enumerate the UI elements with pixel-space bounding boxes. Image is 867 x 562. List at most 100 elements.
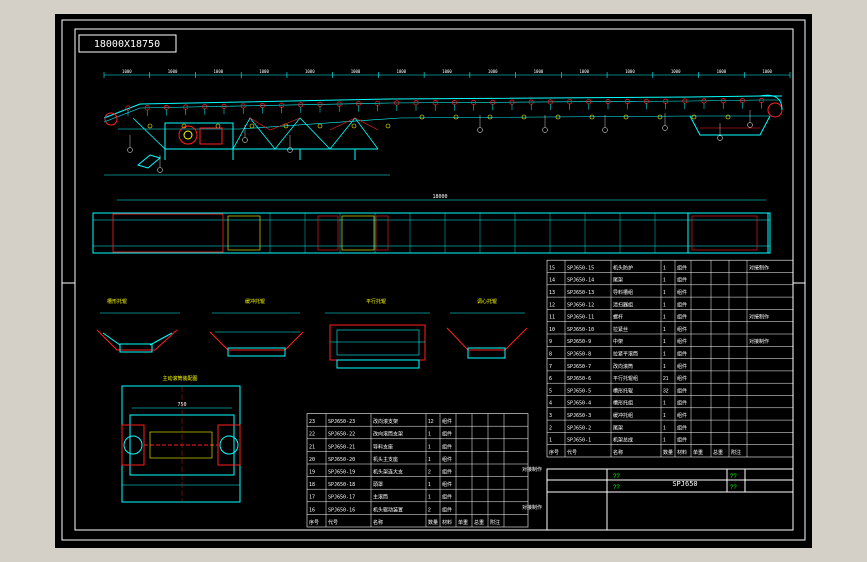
model-space xyxy=(55,14,812,548)
bom-cell: SPJ650-16 xyxy=(328,507,355,513)
bom-header-cell: 总重 xyxy=(713,449,723,456)
bom-cell: SPJ650-7 xyxy=(567,364,591,370)
bom-cell: SPJ650-12 xyxy=(567,302,594,308)
bom-cell: 6 xyxy=(549,376,552,382)
bom-cell: 组件 xyxy=(677,387,687,394)
bom-left-note-b: 对接制作 xyxy=(522,504,542,511)
drum-view-title: 主动滚筒装配图 xyxy=(162,375,197,382)
bom-cell: 2 xyxy=(549,425,552,431)
bom-cell: 21 xyxy=(663,376,669,382)
bom-cell: 12 xyxy=(428,419,434,425)
bom-cell: 尾架 xyxy=(613,425,623,431)
bom-header-cell: 名称 xyxy=(613,449,623,456)
idler-b-title: 缓冲托辊 xyxy=(245,298,265,305)
dim-text: 1000 xyxy=(305,69,315,74)
overall-length-dim: 18000 xyxy=(432,194,447,200)
bom-cell: SPJ650-14 xyxy=(567,278,594,284)
title-mark-2: ?? xyxy=(613,485,620,491)
bom-header-cell: 数量 xyxy=(663,449,673,456)
bom-cell: SPJ650-17 xyxy=(328,495,355,501)
bom-cell: 组件 xyxy=(677,338,687,345)
bom-cell: 螺杆 xyxy=(613,314,623,321)
bom-header-cell: 单重 xyxy=(693,449,703,456)
bom-cell: SPJ650-23 xyxy=(328,419,355,425)
bom-cell: 1 xyxy=(663,401,666,407)
dim-text: 1000 xyxy=(168,69,178,74)
bom-header-cell: 代号 xyxy=(567,449,577,456)
bom-cell: 拉紧丝 xyxy=(613,326,628,333)
bom-header-cell: 材料 xyxy=(677,449,687,456)
bom-cell: 缓冲托组 xyxy=(613,412,633,419)
bom-cell: 17 xyxy=(309,495,315,501)
bom-cell: 组件 xyxy=(677,314,687,321)
title-mark-4: ?? xyxy=(730,485,737,491)
bom-cell: 组件 xyxy=(677,424,687,431)
bom-cell: 组件 xyxy=(677,289,687,296)
bom-cell: SPJ650-18 xyxy=(328,482,355,488)
bom-cell: 组件 xyxy=(442,494,452,501)
bom-cell: SPJ650-2 xyxy=(567,425,591,431)
bom-cell: 导料支座 xyxy=(373,443,393,450)
idler-c-title: 平行托辊 xyxy=(366,298,386,305)
bom-cell: 2 xyxy=(428,469,431,475)
bom-cell: 18 xyxy=(309,482,315,488)
bom-left-note-a: 对接制作 xyxy=(522,466,542,473)
title-mark-1: ?? xyxy=(613,474,620,480)
bom-cell: 1 xyxy=(663,290,666,296)
bom-cell: 20 xyxy=(309,457,315,463)
dim-text: 1000 xyxy=(122,69,132,74)
bom-cell: 组件 xyxy=(677,363,687,370)
bom-cell: 组件 xyxy=(442,456,452,463)
dim-text: 1000 xyxy=(214,69,224,74)
dim-text: 1000 xyxy=(259,69,269,74)
title-mark-3: ?? xyxy=(730,474,737,480)
bom-cell: 16 xyxy=(309,507,315,513)
bom-cell: 1 xyxy=(663,302,666,308)
bom-cell: SPJ650-4 xyxy=(567,401,591,407)
bom-cell: SPJ650-3 xyxy=(567,413,591,419)
dim-text: 1000 xyxy=(762,69,772,74)
bom-cell: 组件 xyxy=(677,326,687,333)
bom-cell: 14 xyxy=(549,278,555,284)
bom-cell: 组件 xyxy=(677,351,687,358)
dim-text: 1000 xyxy=(625,69,635,74)
bom-cell: 组件 xyxy=(442,431,452,438)
bom-cell: 改向滚筒 xyxy=(613,363,633,370)
bom-cell: 1 xyxy=(428,495,431,501)
dim-text: 1000 xyxy=(488,69,498,74)
bom-cell: 中架 xyxy=(613,338,623,345)
bom-cell: SPJ650-21 xyxy=(328,444,355,450)
bom-header-cell: 单重 xyxy=(458,519,468,526)
bom-cell: SPJ650-8 xyxy=(567,352,591,358)
bom-header-cell: 总重 xyxy=(474,519,484,526)
bom-cell: SPJ650-9 xyxy=(567,339,591,345)
bom-cell: 19 xyxy=(309,469,315,475)
bom-cell: 3 xyxy=(549,413,552,419)
bom-cell: 1 xyxy=(663,315,666,321)
bom-cell: 组件 xyxy=(677,301,687,308)
bom-cell: 1 xyxy=(663,327,666,333)
bom-cell: SPJ650-6 xyxy=(567,376,591,382)
bom-cell: 12 xyxy=(549,302,555,308)
dim-text: 1000 xyxy=(717,69,727,74)
bom-cell: 组件 xyxy=(442,481,452,488)
bom-cell: 1 xyxy=(663,364,666,370)
bom-note: 对接制作 xyxy=(749,264,769,271)
bom-cell: SPJ650-11 xyxy=(567,315,594,321)
bom-cell: 8 xyxy=(549,352,552,358)
bom-cell: 导料槽组 xyxy=(613,289,633,296)
bom-cell: 组件 xyxy=(442,418,452,425)
bom-header-cell: 名称 xyxy=(373,519,383,526)
bom-cell: 13 xyxy=(549,290,555,296)
cad-viewport[interactable]: 18000X18750 1000 1000 1000 1000 1000 1000 1000… xyxy=(0,0,867,562)
dim-text: 1000 xyxy=(579,69,589,74)
bom-cell: 4 xyxy=(549,401,552,407)
bom-note: 对接制作 xyxy=(749,314,769,321)
bom-cell: 1 xyxy=(428,457,431,463)
bom-cell: 23 xyxy=(309,419,315,425)
bom-cell: SPJ650-10 xyxy=(567,327,594,333)
bom-cell: 1 xyxy=(428,444,431,450)
bom-cell: 组件 xyxy=(677,437,687,444)
cad-drawing: 18000X18750 1000 1000 1000 1000 1000 1000 1000… xyxy=(55,14,812,548)
dim-text: 1000 xyxy=(671,69,681,74)
